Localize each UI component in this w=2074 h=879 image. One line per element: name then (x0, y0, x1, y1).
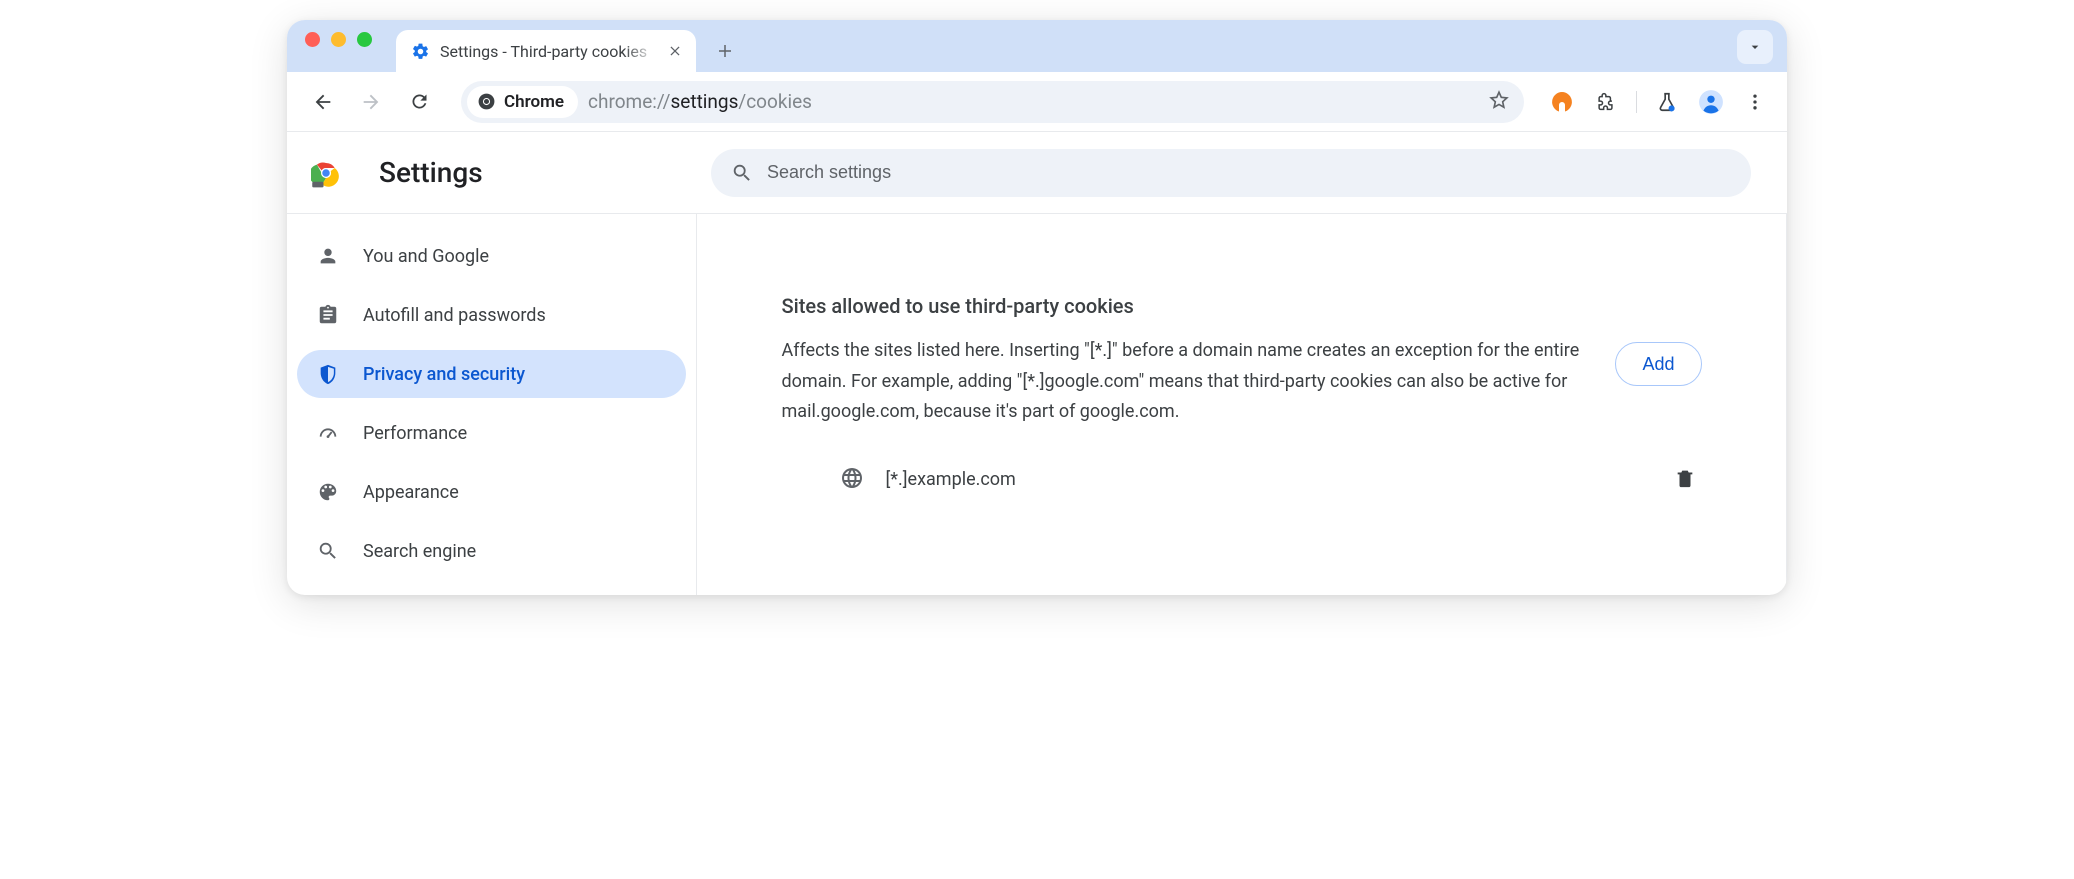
labs-flask-icon[interactable] (1653, 88, 1681, 116)
sidebar-item-you-and-google[interactable]: You and Google (297, 232, 686, 280)
close-tab-icon[interactable] (666, 42, 684, 60)
settings-sidebar: You and Google Autofill and passwords Pr… (287, 214, 697, 595)
add-site-button[interactable]: Add (1615, 342, 1701, 386)
tab-strip: Settings - Third-party cookies (287, 20, 1787, 72)
tab-list-button[interactable] (1737, 30, 1773, 64)
extensions-puzzle-icon[interactable] (1592, 88, 1620, 116)
window-controls (305, 20, 372, 72)
forward-button[interactable] (353, 84, 389, 120)
allowed-site-row: [*.]example.com (782, 460, 1702, 500)
sidebar-item-appearance[interactable]: Appearance (297, 468, 686, 516)
reload-button[interactable] (401, 84, 437, 120)
sidebar-item-autofill[interactable]: Autofill and passwords (297, 291, 686, 339)
sidebar-item-label: Appearance (363, 482, 459, 503)
sidebar-item-label: Search engine (363, 541, 476, 562)
site-chip-label: Chrome (504, 92, 564, 112)
profile-avatar-icon[interactable] (1697, 88, 1725, 116)
bookmark-star-icon[interactable] (1488, 89, 1510, 115)
delete-site-button[interactable] (1674, 467, 1696, 493)
sidebar-item-label: You and Google (363, 246, 489, 267)
panel-title: Sites allowed to use third-party cookies (782, 294, 1702, 318)
url-text: chrome://settings/cookies (588, 90, 812, 113)
close-window-button[interactable] (305, 32, 320, 47)
settings-header: Settings (287, 132, 1787, 214)
maximize-window-button[interactable] (357, 32, 372, 47)
toolbar-actions (1548, 88, 1769, 116)
allowed-site-pattern: [*.]example.com (886, 469, 1652, 490)
sidebar-item-label: Privacy and security (363, 364, 525, 385)
site-chip[interactable]: Chrome (467, 86, 578, 118)
panel-description: Affects the sites listed here. Inserting… (782, 336, 1586, 428)
back-button[interactable] (305, 84, 341, 120)
search-settings-field[interactable] (711, 149, 1751, 197)
settings-body: You and Google Autofill and passwords Pr… (287, 214, 1787, 595)
chrome-icon (477, 92, 496, 111)
settings-content: Sites allowed to use third-party cookies… (697, 214, 1787, 595)
speedometer-icon (317, 422, 339, 444)
sidebar-item-search-engine[interactable]: Search engine (297, 527, 686, 575)
sidebar-item-performance[interactable]: Performance (297, 409, 686, 457)
person-icon (317, 245, 339, 267)
sidebar-item-label: Autofill and passwords (363, 305, 546, 326)
sidebar-item-privacy-security[interactable]: Privacy and security (297, 350, 686, 398)
cookies-allow-panel: Sites allowed to use third-party cookies… (752, 244, 1732, 595)
search-settings-input[interactable] (767, 162, 1731, 183)
shield-icon (317, 363, 339, 385)
tab-title: Settings - Third-party cookies (440, 42, 656, 61)
trash-icon (1674, 467, 1696, 489)
search-icon (317, 540, 339, 562)
search-icon (731, 162, 753, 184)
address-bar[interactable]: Chrome chrome://settings/cookies (461, 81, 1524, 123)
toolbar-separator (1636, 91, 1637, 113)
kebab-menu-icon[interactable] (1741, 88, 1769, 116)
browser-window: Settings - Third-party cookies Chrome (287, 20, 1787, 595)
settings-gear-icon (410, 41, 430, 61)
extension-openvpn-icon[interactable] (1548, 88, 1576, 116)
chrome-logo-icon (311, 158, 341, 188)
clipboard-icon (317, 304, 339, 326)
new-tab-button[interactable] (708, 34, 742, 68)
palette-icon (317, 481, 339, 503)
sidebar-item-label: Performance (363, 423, 467, 444)
minimize-window-button[interactable] (331, 32, 346, 47)
globe-icon (840, 466, 864, 494)
browser-toolbar: Chrome chrome://settings/cookies (287, 72, 1787, 132)
page-title: Settings (379, 156, 483, 189)
browser-tab[interactable]: Settings - Third-party cookies (396, 30, 696, 72)
